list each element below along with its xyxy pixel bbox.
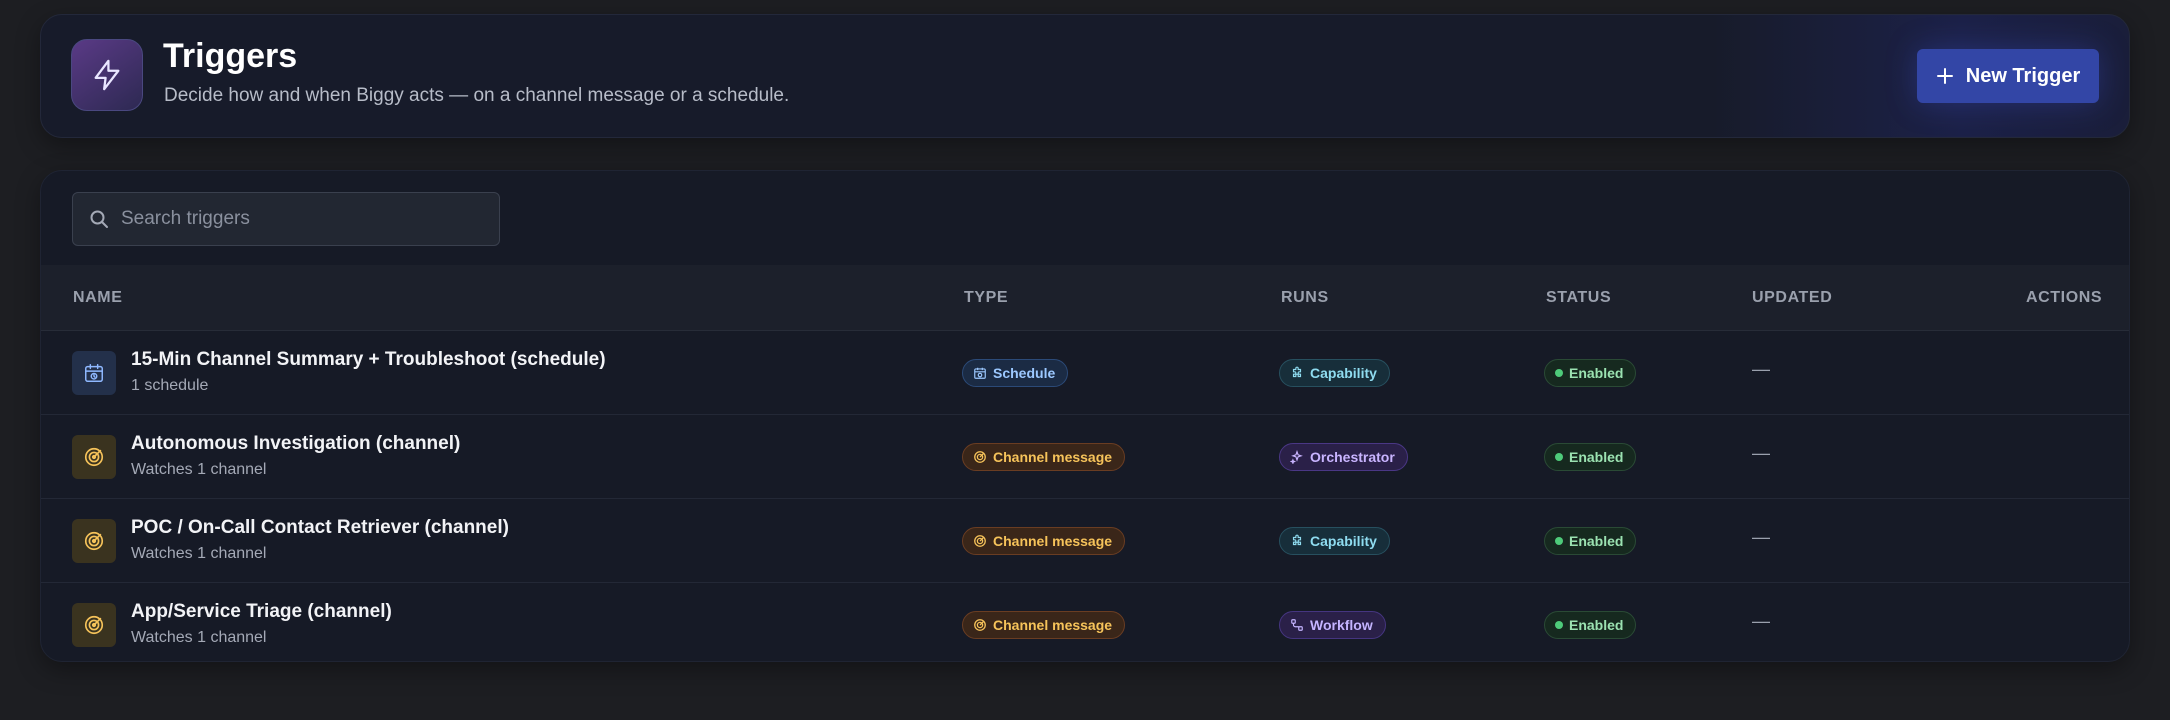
type-label: Schedule	[993, 365, 1056, 381]
trigger-name[interactable]: POC / On-Call Contact Retriever (channel…	[131, 517, 509, 539]
updated-value: —	[1752, 611, 1770, 631]
runs-badge: Workflow	[1279, 611, 1386, 639]
type-badge: Channel message	[962, 527, 1126, 555]
workflow-icon	[1291, 619, 1303, 631]
column-status: STATUS	[1546, 289, 1612, 306]
radar-icon	[72, 603, 116, 647]
status-label: Enabled	[1569, 449, 1624, 465]
updated-value: —	[1752, 359, 1770, 379]
status-badge: Enabled	[1544, 443, 1637, 471]
calendar-clock-icon	[72, 351, 116, 395]
search-icon	[89, 209, 109, 229]
trigger-subtext: Watches 1 channel	[131, 545, 267, 562]
trigger-name[interactable]: 15-Min Channel Summary + Troubleshoot (s…	[131, 349, 606, 371]
status-label: Enabled	[1569, 533, 1624, 549]
status-dot	[1555, 537, 1563, 545]
radar-icon	[974, 619, 986, 631]
page-subtitle: Decide how and when Biggy acts — on a ch…	[164, 85, 790, 106]
puzzle-icon	[1292, 366, 1302, 378]
updated-value: —	[1752, 527, 1770, 547]
trigger-subtext: Watches 1 channel	[131, 629, 267, 646]
radar-icon	[72, 435, 116, 479]
trigger-name[interactable]: Autonomous Investigation (channel)	[131, 433, 460, 455]
type-label: Channel message	[993, 449, 1113, 465]
column-runs: RUNS	[1281, 289, 1329, 306]
column-type: TYPE	[964, 289, 1009, 306]
table-row[interactable]: Autonomous Investigation (channel) Watch…	[41, 415, 2129, 499]
radar-icon	[72, 519, 116, 563]
table-row[interactable]: App/Service Triage (channel) Watches 1 c…	[41, 583, 2129, 661]
type-label: Channel message	[993, 533, 1113, 549]
search-box[interactable]	[72, 192, 500, 246]
table-row[interactable]: POC / On-Call Contact Retriever (channel…	[41, 499, 2129, 583]
type-badge: Schedule	[962, 359, 1069, 387]
triggers-table-card: NAME TYPE RUNS STATUS UPDATED ACTIONS 15…	[40, 170, 2130, 662]
trigger-subtext: 1 schedule	[131, 377, 209, 394]
status-dot	[1555, 453, 1563, 461]
trigger-name[interactable]: App/Service Triage (channel)	[131, 601, 392, 623]
radar-icon	[974, 451, 986, 463]
plus-icon	[1936, 67, 1954, 85]
table-row[interactable]: 15-Min Channel Summary + Troubleshoot (s…	[41, 331, 2129, 415]
radar-icon	[974, 535, 986, 547]
sparkles-icon	[1290, 450, 1303, 464]
trigger-subtext: Watches 1 channel	[131, 461, 267, 478]
column-name: NAME	[73, 289, 123, 306]
runs-badge: Capability	[1279, 527, 1390, 555]
lightning-icon	[71, 39, 143, 111]
status-badge: Enabled	[1544, 359, 1637, 387]
runs-label: Workflow	[1310, 617, 1373, 633]
page-header: Triggers Decide how and when Biggy acts …	[40, 14, 2130, 138]
status-label: Enabled	[1569, 365, 1624, 381]
column-actions: ACTIONS	[2026, 289, 2103, 306]
puzzle-icon	[1292, 534, 1302, 546]
new-trigger-button[interactable]: New Trigger	[1917, 49, 2099, 103]
calendar-clock-icon	[974, 367, 986, 379]
runs-label: Orchestrator	[1310, 449, 1395, 465]
type-badge: Channel message	[962, 443, 1126, 471]
page-title: Triggers	[163, 37, 298, 75]
status-badge: Enabled	[1544, 527, 1637, 555]
runs-label: Capability	[1310, 365, 1377, 381]
status-dot	[1555, 621, 1563, 629]
status-dot	[1555, 369, 1563, 377]
updated-value: —	[1752, 443, 1770, 463]
table-header: NAME TYPE RUNS STATUS UPDATED ACTIONS	[41, 265, 2129, 331]
type-badge: Channel message	[962, 611, 1126, 639]
runs-badge: Capability	[1279, 359, 1390, 387]
runs-label: Capability	[1310, 533, 1377, 549]
column-updated: UPDATED	[1752, 289, 1833, 306]
search-input[interactable]	[121, 208, 481, 230]
new-trigger-label: New Trigger	[1965, 64, 2081, 87]
runs-badge: Orchestrator	[1279, 443, 1408, 471]
type-label: Channel message	[993, 617, 1113, 633]
status-badge: Enabled	[1544, 611, 1637, 639]
status-label: Enabled	[1569, 617, 1624, 633]
